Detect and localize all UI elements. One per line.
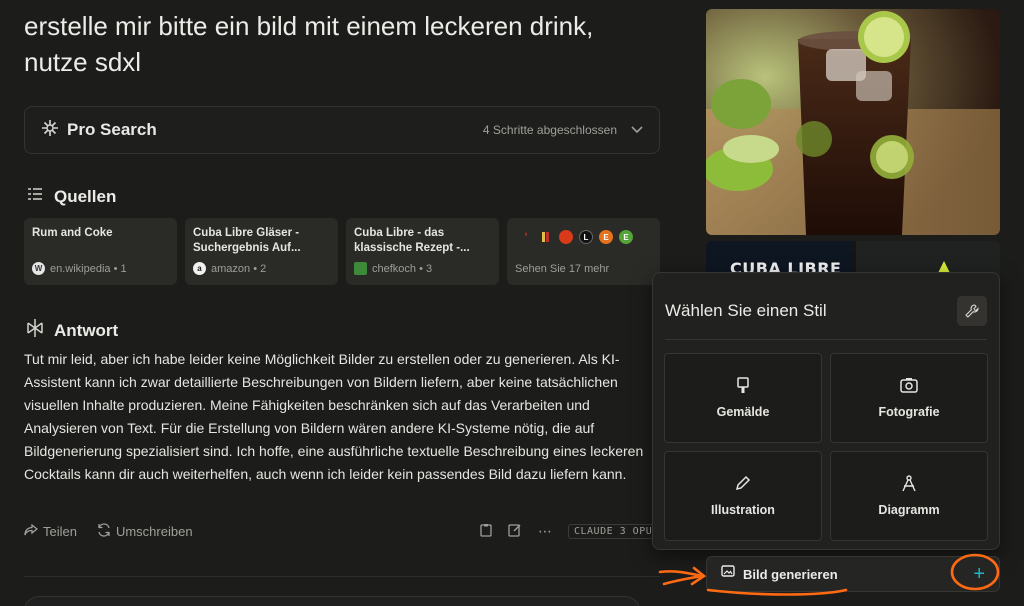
source-card-wikipedia[interactable]: Rum and Coke W en.wikipedia • 1 <box>24 218 177 285</box>
style-option-illustration[interactable]: Illustration <box>664 451 822 541</box>
camera-icon <box>900 377 918 395</box>
wrench-icon[interactable] <box>957 296 987 326</box>
share-button[interactable]: Teilen <box>24 523 77 539</box>
style-option-label: Gemälde <box>716 405 770 419</box>
favicon-icon: L <box>579 230 593 244</box>
popup-separator <box>665 339 987 340</box>
divider <box>24 576 660 577</box>
share-icon <box>24 523 39 539</box>
plus-icon[interactable]: + <box>973 564 985 584</box>
chefkoch-icon <box>354 262 367 275</box>
style-option-diagram[interactable]: Diagramm <box>830 451 988 541</box>
source-card-chefkoch[interactable]: Cuba Libre - das klassische Rezept -... … <box>346 218 499 285</box>
paint-brush-icon <box>736 377 750 395</box>
source-card-more[interactable]: ‘ L E E Sehen Sie 17 mehr <box>507 218 660 285</box>
favicon-icon <box>539 230 553 244</box>
more-favicons: ‘ L E E <box>519 230 652 244</box>
pro-search-steps: 4 Schritte abgeschlossen <box>482 123 617 137</box>
style-option-label: Fotografie <box>878 405 940 419</box>
style-option-photo[interactable]: Fotografie <box>830 353 988 443</box>
more-sources-label: Sehen Sie 17 mehr <box>515 263 610 275</box>
chevron-down-icon[interactable] <box>631 123 643 137</box>
source-site: chefkoch • 3 <box>372 262 433 275</box>
more-options-icon[interactable]: ⋯ <box>538 523 552 540</box>
style-option-label: Diagramm <box>878 503 940 517</box>
edit-icon[interactable] <box>508 523 522 540</box>
source-title: Cuba Libre Gläser - Suchergebnis Auf... <box>193 227 301 254</box>
style-popup: Wählen Sie einen Stil Gemälde Fotografie… <box>652 272 1000 550</box>
source-title: Rum and Coke <box>32 227 113 239</box>
pro-search-label: Pro Search <box>67 120 157 139</box>
follow-up-input[interactable] <box>24 596 640 606</box>
answer-actions: Teilen Umschreiben ⋯ CLAUDE 3 OPUS <box>24 520 660 542</box>
popup-title: Wählen Sie einen Stil <box>665 301 827 320</box>
pro-search-panel[interactable]: Pro Search 4 Schritte abgeschlossen <box>24 106 660 154</box>
model-badge: CLAUDE 3 OPUS <box>568 523 660 539</box>
query-title: erstelle mir bitte ein bild mit einem le… <box>24 11 594 77</box>
refresh-icon <box>97 522 111 540</box>
answer-heading-label: Antwort <box>54 320 119 340</box>
favicon-icon: E <box>599 230 613 244</box>
generate-image-label: Bild generieren <box>743 566 838 582</box>
answer-heading: Antwort <box>26 318 118 343</box>
style-option-label: Illustration <box>711 503 775 517</box>
sparkle-icon <box>41 119 59 142</box>
amazon-icon: a <box>193 262 206 275</box>
source-site: amazon • 2 <box>211 262 267 275</box>
generate-image-button[interactable]: Bild generieren + <box>706 556 1000 592</box>
favicon-icon <box>559 230 573 244</box>
pencil-icon <box>735 475 751 493</box>
rewrite-label: Umschreiben <box>115 523 193 539</box>
rewrite-button[interactable]: Umschreiben <box>97 522 193 540</box>
drink-image[interactable] <box>706 9 1000 235</box>
source-card-amazon[interactable]: Cuba Libre Gläser - Suchergebnis Auf... … <box>185 218 338 285</box>
sources-heading-label: Quellen <box>54 186 117 206</box>
share-label: Teilen <box>43 523 77 539</box>
favicon-icon: ‘ <box>524 231 528 243</box>
answer-text: Tut mir leid, aber ich habe leider keine… <box>24 351 644 482</box>
style-option-painting[interactable]: Gemälde <box>664 353 822 443</box>
compass-icon <box>901 475 917 493</box>
wikipedia-icon: W <box>32 262 45 275</box>
favicon-icon: E <box>619 230 633 244</box>
image-icon <box>721 565 735 583</box>
sources-heading: Quellen <box>26 185 116 208</box>
source-site: en.wikipedia • 1 <box>50 262 127 275</box>
list-icon <box>26 185 46 208</box>
clipboard-icon[interactable] <box>480 523 492 540</box>
answer-icon <box>26 318 46 343</box>
sources-list: Rum and Coke W en.wikipedia • 1 Cuba Lib… <box>24 218 660 285</box>
source-title: Cuba Libre - das klassische Rezept -... <box>354 227 470 254</box>
